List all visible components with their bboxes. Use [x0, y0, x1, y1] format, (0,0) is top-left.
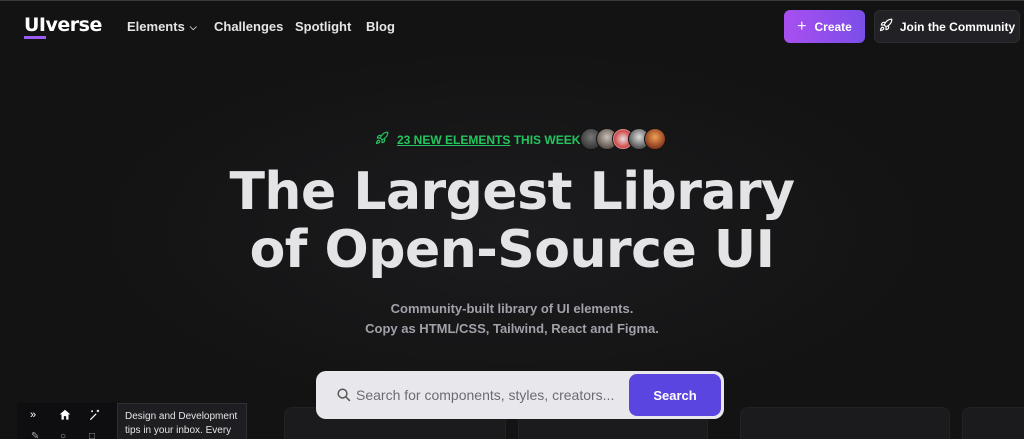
logo-ui: UI [24, 14, 46, 39]
element-card[interactable] [962, 407, 1024, 439]
expand-icon[interactable]: » [30, 409, 36, 421]
nav-spotlight[interactable]: Spotlight [295, 19, 351, 34]
avatar[interactable] [644, 128, 666, 150]
create-label: Create [814, 19, 852, 34]
toolbar: » ✎ ○ □ [17, 403, 117, 439]
circle-icon[interactable]: ○ [60, 431, 66, 439]
logo-rest: verse [45, 14, 103, 36]
element-card[interactable] [740, 407, 950, 439]
nav-elements[interactable]: Elements ⌵ [127, 19, 197, 34]
logo[interactable]: UIverse [24, 14, 103, 39]
new-elements-text: 23 NEW ELEMENTS THIS WEEK! [397, 133, 584, 147]
sparkle-icon[interactable] [88, 408, 102, 425]
tip-line-1: Design and Development [125, 411, 238, 422]
tip-line-2: tips in your inbox. Every [125, 425, 232, 436]
join-label: Join the Community [899, 19, 1016, 34]
floating-toolbar-widget: » ✎ ○ □ Design and Development tips in y… [17, 403, 247, 439]
nav-blog[interactable]: Blog [366, 19, 395, 34]
contributor-avatars [580, 128, 666, 152]
nav-challenges[interactable]: Challenges [214, 19, 283, 34]
hero-headline: The Largest Library of Open-Source UI [0, 163, 1024, 279]
newsletter-tip[interactable]: Design and Development tips in your inbo… [117, 403, 247, 439]
create-button[interactable]: + Create [784, 10, 865, 43]
new-elements-badge[interactable]: 23 NEW ELEMENTS THIS WEEK! [375, 128, 584, 152]
new-elements-count[interactable]: 23 NEW ELEMENTS [397, 133, 510, 147]
rocket-icon [375, 131, 389, 150]
headline-line-2: of Open-Source UI [249, 220, 775, 280]
search-icon [336, 387, 351, 407]
top-navbar: UIverse Elements ⌵ Challenges Spotlight B… [0, 0, 1024, 52]
doc-icon[interactable]: □ [89, 431, 95, 439]
home-icon[interactable] [58, 408, 72, 425]
headline-line-1: The Largest Library [229, 162, 795, 222]
search-button[interactable]: Search [629, 374, 721, 416]
nav-elements-label: Elements [127, 19, 185, 34]
chevron-down-icon: ⌵ [189, 22, 197, 32]
hero-subtitle: Community-built library of UI elements. … [0, 299, 1024, 339]
subtitle-line-1: Community-built library of UI elements. [390, 301, 634, 316]
rocket-icon [879, 18, 893, 35]
join-community-button[interactable]: Join the Community [874, 10, 1020, 43]
search-bar: Search [316, 371, 724, 419]
new-elements-suffix: THIS WEEK! [510, 133, 585, 147]
subtitle-line-2: Copy as HTML/CSS, Tailwind, React and Fi… [365, 321, 659, 336]
tool-icon[interactable]: ✎ [31, 431, 39, 439]
plus-icon: + [797, 17, 807, 35]
search-input[interactable] [356, 371, 626, 419]
